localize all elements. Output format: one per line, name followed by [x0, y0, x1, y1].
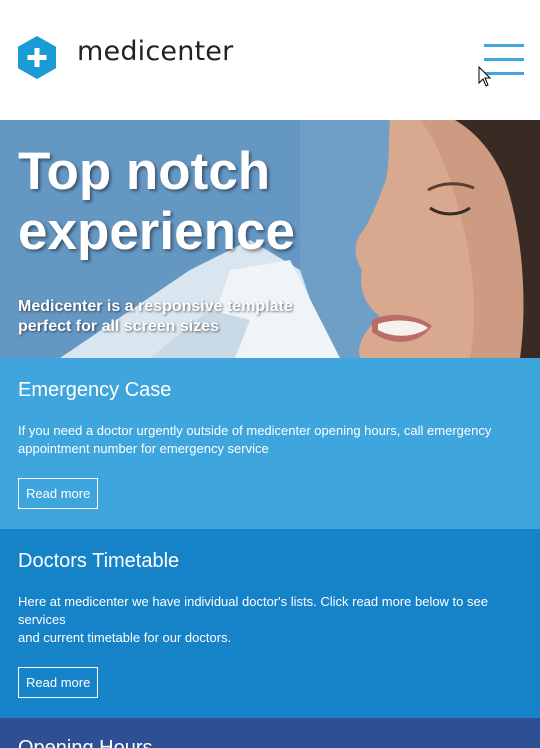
doctors-timetable-title: Doctors Timetable — [18, 550, 180, 572]
medical-cross-hexagon-icon — [18, 36, 56, 79]
doctors-timetable-text: Here at medicenter we have individual do… — [18, 593, 508, 647]
opening-hours-box: Opening Hours — [0, 718, 540, 748]
timetable-text-line2: and current timetable for our doctors. — [18, 630, 232, 645]
hero-title: Top notch experience — [18, 142, 295, 261]
opening-hours-title: Opening Hours — [18, 737, 153, 748]
hero-subtitle: Medicenter is a responsive template perf… — [18, 298, 293, 335]
site-header: medicenter — [0, 0, 540, 120]
emergency-case-title: Emergency Case — [18, 379, 172, 401]
hero-banner: Top notch experience Medicenter is a res… — [0, 120, 540, 358]
timetable-read-more-button[interactable]: Read more — [18, 667, 99, 698]
site-logo[interactable]: medicenter — [18, 36, 233, 79]
brand-name: medicenter — [77, 36, 234, 67]
mouse-pointer-icon — [478, 66, 492, 87]
emergency-case-box: Emergency Case If you need a doctor urge… — [0, 358, 540, 529]
timetable-text-line1: Here at medicenter we have individual do… — [18, 594, 488, 627]
emergency-case-text: If you need a doctor urgently outside of… — [18, 423, 492, 456]
doctors-timetable-box: Doctors Timetable Here at medicenter we … — [0, 529, 540, 718]
emergency-read-more-button[interactable]: Read more — [18, 478, 99, 509]
